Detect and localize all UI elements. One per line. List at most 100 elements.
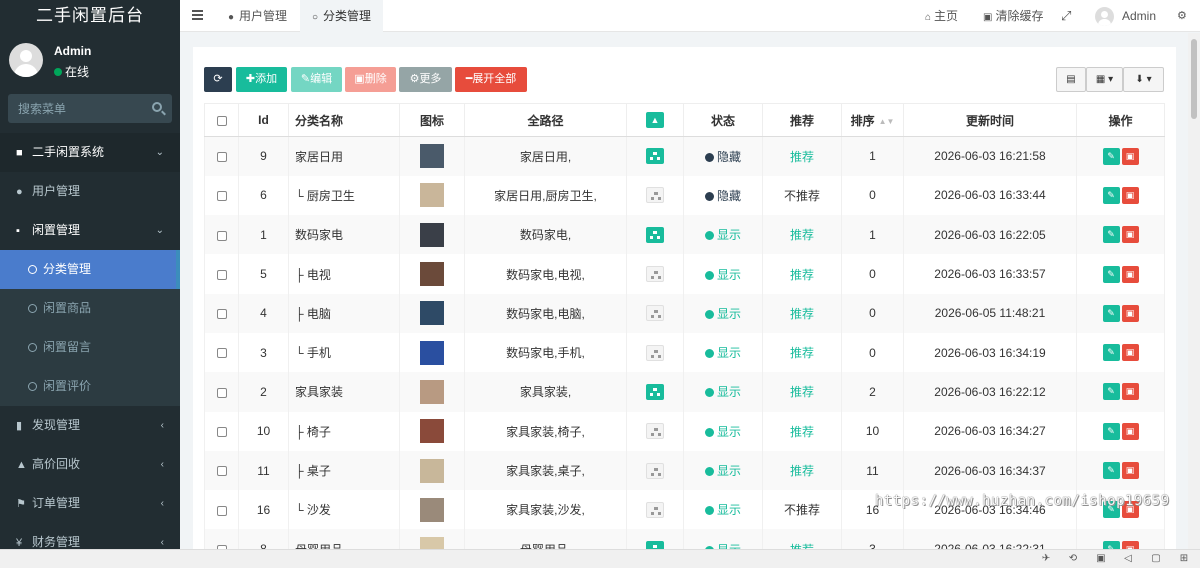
- status-badge[interactable]: 显示: [704, 425, 741, 439]
- row-checkbox[interactable]: [216, 152, 227, 163]
- table-row[interactable]: 3 └ 手机 数码家电,手机, 显示 推荐 0 2026-06-03 16:34:19 ✎ ▣: [204, 332, 1165, 373]
- delete-row-button[interactable]: ▣: [1121, 462, 1139, 480]
- table-row[interactable]: 4 ├ 电脑 数码家电,电脑, 显示 推荐 0 2026-06-05 11:48:21 ✎ ▣: [204, 293, 1165, 333]
- row-checkbox[interactable]: [216, 230, 227, 241]
- sidebar-item-finance[interactable]: ¥ 财务管理 ‹: [0, 523, 180, 549]
- edit-row-button[interactable]: ✎: [1102, 344, 1120, 362]
- edit-row-button[interactable]: ✎: [1102, 186, 1120, 204]
- recommend-toggle[interactable]: 推荐: [790, 268, 814, 282]
- category-thumbnail[interactable]: [420, 419, 444, 444]
- edit-row-button[interactable]: ✎: [1102, 383, 1120, 401]
- status-badge[interactable]: 显示: [704, 228, 741, 242]
- table-row[interactable]: 10 ├ 椅子 家具家装,椅子, 显示 推荐 10 2026-06-03 16:34:27 ✎…: [204, 411, 1165, 451]
- more-button[interactable]: ⚙更多: [399, 67, 452, 92]
- table-row[interactable]: 11 ├ 桌子 家具家装,桌子, 显示 推荐 11 2026-06-03 16:34:37 ✎…: [204, 450, 1165, 491]
- delete-row-button[interactable]: ▣: [1121, 147, 1139, 165]
- category-thumbnail[interactable]: [420, 301, 444, 326]
- sitemap-icon[interactable]: [646, 266, 664, 283]
- row-checkbox[interactable]: [216, 466, 227, 477]
- refresh-button[interactable]: ⟳: [204, 67, 232, 92]
- category-thumbnail[interactable]: [420, 458, 444, 483]
- search-input[interactable]: [8, 94, 138, 123]
- sitemap-icon[interactable]: [646, 344, 664, 361]
- category-thumbnail[interactable]: [420, 222, 444, 247]
- sitemap-icon[interactable]: [646, 226, 664, 243]
- table-row[interactable]: 1 数码家电 数码家电, 显示 推荐 1 2026-06-03 16:22:05 ✎ ▣: [204, 215, 1165, 255]
- category-thumbnail[interactable]: [420, 497, 444, 522]
- recommend-toggle[interactable]: 推荐: [790, 425, 814, 439]
- row-checkbox[interactable]: [216, 348, 227, 359]
- scrollbar[interactable]: [1188, 33, 1200, 549]
- refresh-icon[interactable]: ⟲: [1067, 553, 1079, 565]
- trash-icon[interactable]: ▣: [1095, 553, 1107, 565]
- edit-row-button[interactable]: ✎: [1102, 462, 1120, 480]
- sidebar-item-discover[interactable]: ▮ 发现管理 ‹: [0, 406, 180, 445]
- recommend-toggle[interactable]: 推荐: [790, 150, 814, 164]
- edit-row-button[interactable]: ✎: [1102, 422, 1120, 440]
- status-badge[interactable]: 显示: [704, 307, 741, 321]
- sidebar-item-orders[interactable]: ⚑ 订单管理 ‹: [0, 484, 180, 523]
- status-badge[interactable]: 显示: [704, 503, 741, 517]
- delete-row-button[interactable]: ▣: [1121, 265, 1139, 283]
- delete-button[interactable]: ▣删除: [345, 67, 396, 92]
- delete-row-button[interactable]: ▣: [1121, 304, 1139, 322]
- sidebar-item-reviews[interactable]: 闲置评价: [0, 367, 180, 406]
- app-title[interactable]: 二手闲置后台: [0, 0, 180, 32]
- sitemap-icon[interactable]: [646, 423, 664, 440]
- sidebar-item-system[interactable]: ■ 二手闲置系统 ⌄: [0, 133, 180, 172]
- delete-row-button[interactable]: ▣: [1121, 540, 1139, 549]
- category-thumbnail[interactable]: [420, 537, 444, 549]
- row-checkbox[interactable]: [216, 309, 227, 320]
- recommend-toggle[interactable]: 推荐: [790, 346, 814, 360]
- row-checkbox[interactable]: [216, 269, 227, 280]
- add-button[interactable]: ✚添加: [236, 67, 287, 92]
- edit-button[interactable]: ✎编辑: [291, 67, 342, 92]
- edit-row-button[interactable]: ✎: [1102, 540, 1120, 549]
- select-all-checkbox[interactable]: [216, 115, 227, 126]
- avatar[interactable]: [1095, 7, 1114, 26]
- recommend-toggle[interactable]: 推荐: [790, 307, 814, 321]
- admin-menu[interactable]: Admin: [1122, 0, 1156, 32]
- recommend-toggle[interactable]: 推荐: [790, 464, 814, 478]
- tab-user-mgmt[interactable]: ● 用户管理: [216, 0, 299, 32]
- recommend-toggle[interactable]: 推荐: [790, 228, 814, 242]
- edit-row-button[interactable]: ✎: [1102, 226, 1120, 244]
- edit-row-button[interactable]: ✎: [1102, 147, 1120, 165]
- tab-category-mgmt[interactable]: ○ 分类管理: [300, 0, 384, 32]
- sitemap-icon[interactable]: [646, 501, 664, 518]
- category-thumbnail[interactable]: [420, 183, 444, 208]
- row-checkbox[interactable]: [216, 191, 227, 202]
- export-button[interactable]: ⬇ ▾: [1123, 67, 1164, 92]
- edit-row-button[interactable]: ✎: [1102, 304, 1120, 322]
- table-row[interactable]: 2 家具家装 家具家装, 显示 推荐 2 2026-06-03 16:22:12 ✎ ▣: [204, 372, 1165, 412]
- status-badge[interactable]: 隐藏: [704, 150, 741, 164]
- home-link[interactable]: ⌂ 主页: [925, 0, 958, 32]
- chevron-up-icon[interactable]: ▲: [646, 112, 664, 128]
- status-badge[interactable]: 显示: [704, 268, 741, 282]
- volume-icon[interactable]: ◁: [1122, 553, 1134, 565]
- delete-row-button[interactable]: ▣: [1121, 186, 1139, 204]
- delete-row-button[interactable]: ▣: [1121, 422, 1139, 440]
- status-badge[interactable]: 隐藏: [704, 189, 741, 203]
- sitemap-icon[interactable]: [646, 148, 664, 165]
- sidebar-item-goods[interactable]: 闲置商品: [0, 289, 180, 328]
- scrollbar-thumb[interactable]: [1191, 39, 1197, 119]
- columns-button[interactable]: ▦ ▾: [1086, 67, 1123, 92]
- table-row[interactable]: 5 ├ 电视 数码家电,电视, 显示 推荐 0 2026-06-03 16:33:57 ✎ ▣: [204, 254, 1165, 294]
- table-row[interactable]: 8母婴用品母婴用品,显示推荐32026-06-03 16:22:31✎▣: [204, 529, 1165, 549]
- status-badge[interactable]: 显示: [704, 464, 741, 478]
- category-thumbnail[interactable]: [420, 379, 444, 404]
- row-checkbox[interactable]: [216, 505, 227, 516]
- recommend-toggle[interactable]: 推荐: [790, 385, 814, 399]
- table-row[interactable]: 6 └ 厨房卫生 家居日用,厨房卫生, 隐藏 不推荐 0 2026-06-03 16:33:…: [204, 175, 1165, 216]
- sidebar-item-recycle[interactable]: ▲ 高价回收 ‹: [0, 445, 180, 484]
- expand-all-button[interactable]: ━展开全部: [455, 67, 527, 92]
- sidebar-item-category[interactable]: 分类管理: [0, 250, 180, 289]
- table-row[interactable]: 9 家居日用 家居日用, 隐藏 推荐 1 2026-06-03 16:21:58 ✎ ▣: [204, 136, 1165, 176]
- delete-row-button[interactable]: ▣: [1121, 383, 1139, 401]
- settings-icon[interactable]: ⚙: [1177, 0, 1187, 32]
- col-id[interactable]: Id: [238, 103, 289, 137]
- sitemap-icon[interactable]: [646, 305, 664, 322]
- delete-row-button[interactable]: ▣: [1121, 226, 1139, 244]
- row-checkbox[interactable]: [216, 427, 227, 438]
